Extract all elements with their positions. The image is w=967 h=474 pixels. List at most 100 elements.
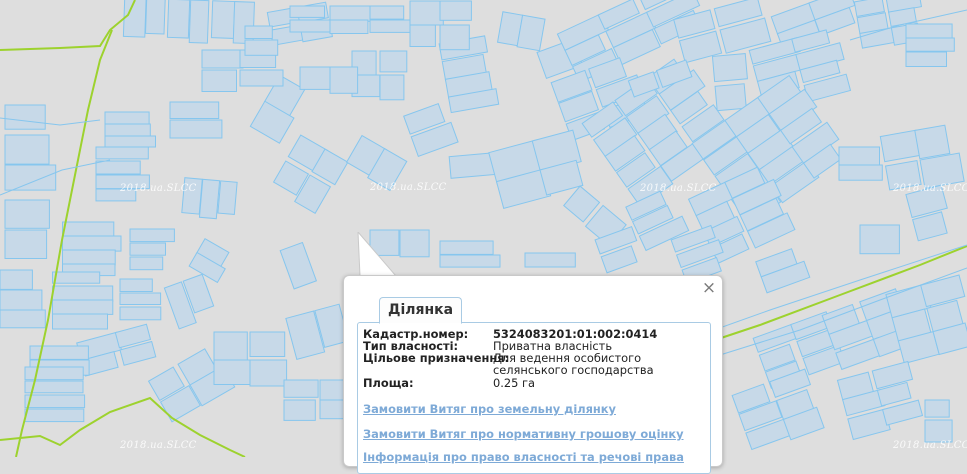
land-parcel[interactable] (0, 289, 43, 311)
land-parcel[interactable] (524, 252, 576, 268)
land-parcel[interactable] (4, 134, 50, 165)
land-parcel[interactable] (244, 39, 279, 56)
land-parcel[interactable] (439, 254, 501, 268)
land-parcel[interactable] (24, 394, 86, 409)
land-parcel[interactable] (213, 331, 248, 362)
land-parcel[interactable] (905, 23, 953, 40)
land-parcel[interactable] (4, 229, 48, 259)
land-parcel[interactable] (289, 5, 325, 18)
land-parcel[interactable] (62, 221, 115, 238)
purpose-value: Для ведення особистого селянського госпо… (493, 351, 654, 377)
land-parcel[interactable] (859, 224, 900, 255)
land-parcel[interactable] (52, 271, 101, 284)
land-parcel[interactable] (129, 228, 175, 243)
land-parcel[interactable] (439, 24, 470, 51)
parcel-group[interactable] (244, 25, 279, 56)
land-parcel[interactable] (924, 399, 950, 418)
land-parcel[interactable] (409, 24, 436, 47)
land-parcel[interactable] (905, 37, 955, 52)
parcel-group[interactable] (409, 0, 472, 51)
land-parcel[interactable] (838, 164, 883, 181)
parcel-group[interactable] (62, 221, 122, 277)
land-parcel[interactable] (119, 306, 162, 321)
parcel-group[interactable] (859, 224, 900, 255)
land-parcel[interactable] (4, 104, 46, 130)
land-parcel[interactable] (711, 53, 748, 83)
land-parcel[interactable] (924, 419, 953, 443)
close-icon[interactable]: × (701, 280, 717, 297)
land-parcel[interactable] (914, 124, 951, 160)
land-parcel[interactable] (369, 5, 405, 20)
land-parcel[interactable] (95, 146, 149, 160)
land-parcel[interactable] (169, 101, 220, 119)
watermark: 2018.ua.SLCC (893, 440, 967, 451)
land-parcel[interactable] (299, 66, 333, 90)
land-parcel[interactable] (379, 50, 408, 73)
land-parcel[interactable] (119, 292, 162, 305)
land-parcel[interactable] (249, 359, 288, 387)
land-parcel[interactable] (188, 0, 210, 44)
land-parcel[interactable] (289, 19, 336, 33)
land-parcel[interactable] (4, 164, 57, 191)
land-parcel[interactable] (166, 0, 191, 39)
parcel-group[interactable] (439, 240, 501, 268)
land-parcel[interactable] (838, 146, 880, 168)
land-parcel[interactable] (439, 0, 472, 21)
land-parcel[interactable] (329, 19, 369, 34)
land-parcel[interactable] (24, 366, 84, 381)
land-parcel[interactable] (122, 0, 147, 38)
field-label: Площа: (363, 376, 414, 390)
parcel-group[interactable] (524, 252, 576, 268)
order-parcel-extract-link[interactable]: Замовити Витяг про земельну ділянку (363, 402, 616, 416)
land-parcel[interactable] (369, 19, 412, 33)
land-parcel[interactable] (201, 69, 237, 92)
land-parcel[interactable] (244, 25, 273, 39)
land-parcel[interactable] (95, 160, 141, 175)
land-parcel[interactable] (4, 199, 50, 229)
land-parcel[interactable] (516, 14, 546, 52)
land-parcel[interactable] (129, 256, 164, 271)
land-parcel[interactable] (213, 359, 254, 385)
land-parcel[interactable] (104, 135, 156, 148)
ownership-rights-info-link[interactable]: Інформація про право власності та речові… (363, 450, 684, 464)
land-parcel[interactable] (52, 299, 114, 315)
land-parcel[interactable] (329, 66, 359, 94)
parcel-group[interactable] (289, 5, 412, 34)
land-parcel[interactable] (198, 178, 221, 220)
land-parcel[interactable] (249, 331, 286, 357)
parcel-group[interactable] (924, 399, 953, 443)
land-parcel[interactable] (210, 0, 236, 39)
land-parcel[interactable] (439, 240, 494, 255)
land-parcel[interactable] (201, 49, 244, 69)
land-parcel[interactable] (283, 379, 319, 398)
land-parcel[interactable] (0, 309, 46, 329)
land-parcel[interactable] (104, 123, 151, 138)
parcel-group[interactable] (104, 111, 156, 148)
land-parcel[interactable] (62, 249, 116, 266)
land-parcel[interactable] (714, 83, 747, 112)
land-parcel[interactable] (119, 278, 153, 292)
land-parcel[interactable] (905, 51, 947, 67)
parcel-group[interactable] (838, 146, 883, 181)
order-valuation-extract-link[interactable]: Замовити Витяг про нормативну грошову оц… (363, 427, 684, 441)
land-parcel[interactable] (29, 345, 89, 360)
land-parcel[interactable] (104, 111, 150, 125)
land-parcel[interactable] (169, 119, 223, 139)
land-parcel[interactable] (24, 408, 85, 423)
land-parcel[interactable] (52, 285, 114, 302)
parcel-group[interactable] (201, 49, 284, 92)
land-parcel[interactable] (217, 180, 238, 216)
land-parcel[interactable] (329, 5, 376, 22)
tab-parcel[interactable]: Ділянка (379, 297, 463, 324)
parcel-group[interactable] (299, 66, 359, 94)
land-parcel[interactable] (409, 0, 444, 26)
land-parcel[interactable] (144, 0, 166, 35)
land-parcel[interactable] (239, 69, 284, 87)
land-parcel[interactable] (379, 74, 405, 101)
land-parcel[interactable] (283, 399, 316, 421)
land-parcel[interactable] (0, 269, 33, 290)
parcel-group[interactable] (169, 101, 223, 139)
land-parcel[interactable] (52, 313, 108, 330)
land-parcel[interactable] (62, 235, 122, 252)
land-parcel[interactable] (129, 242, 166, 256)
